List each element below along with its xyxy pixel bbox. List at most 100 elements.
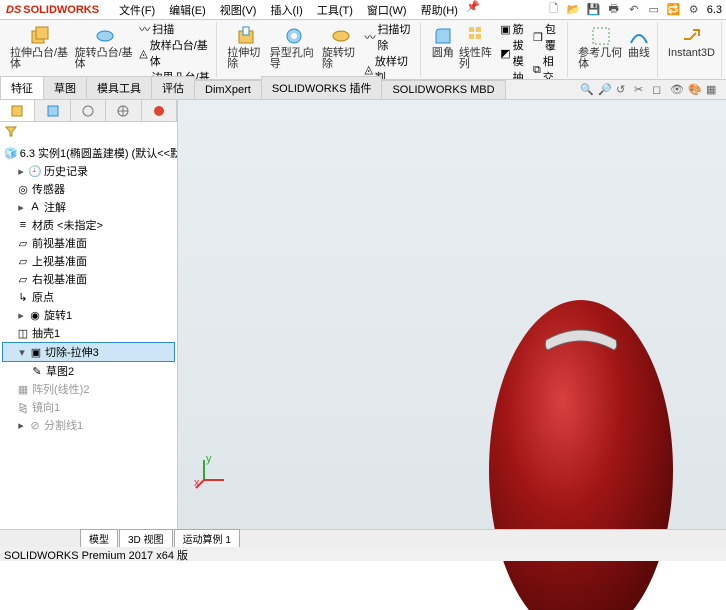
options-icon[interactable]: ⚙ — [687, 3, 701, 17]
expand-icon[interactable]: ▸ — [16, 309, 26, 322]
menu-bar: 文件(F) 编辑(E) 视图(V) 插入(I) 工具(T) 窗口(W) 帮助(H… — [113, 0, 480, 20]
pattern-icon — [466, 24, 490, 48]
tab-evaluate[interactable]: 评估 — [151, 76, 195, 99]
prev-view-icon[interactable]: ↺ — [616, 83, 630, 97]
status-bar: SOLIDWORKS Premium 2017 x64 版 — [0, 547, 726, 561]
tree-sketch2[interactable]: ✎草图2 — [2, 362, 175, 380]
tree-top-plane[interactable]: ▱上视基准面 — [2, 252, 175, 270]
menu-file[interactable]: 文件(F) — [113, 0, 161, 20]
collapse-icon[interactable]: ▾ — [17, 346, 27, 359]
tree-material[interactable]: ≡材质 <未指定> — [2, 216, 175, 234]
tab-model[interactable]: 模型 — [80, 529, 118, 548]
curves-button[interactable]: 曲线 — [625, 22, 653, 61]
revolve-feat-icon: ◉ — [28, 308, 42, 322]
menu-view[interactable]: 视图(V) — [214, 0, 263, 20]
main-area: 🧊6.3 实例1(椭圆盖建模) (默认<<默认>_显 ▸🕘历史记录 ◎传感器 ▸… — [0, 100, 726, 540]
extrude-cut-icon — [235, 24, 259, 48]
tab-features[interactable]: 特征 — [0, 76, 44, 99]
tree-front-plane[interactable]: ▱前视基准面 — [2, 234, 175, 252]
feature-tree-tab[interactable] — [0, 100, 35, 121]
tree-cut-extrude3[interactable]: ▾▣切除-拉伸3 — [2, 342, 175, 362]
print-icon[interactable]: 🖶 — [607, 3, 621, 17]
view-toolbar: 🔍 🔎 ↺ ✂ ◻ 👁 🎨 ▦ — [574, 81, 726, 99]
tree-root[interactable]: 🧊6.3 实例1(椭圆盖建模) (默认<<默认>_显 — [2, 144, 175, 162]
loft-button[interactable]: ◬放样凸台/基体 — [137, 38, 212, 70]
revolve-cut-button[interactable]: 旋转切除 — [320, 22, 363, 72]
appearance-icon[interactable]: 🎨 — [688, 83, 702, 97]
tab-addins[interactable]: SOLIDWORKS 插件 — [261, 76, 383, 99]
orientation-triad[interactable]: x y — [194, 454, 230, 490]
section-view-icon[interactable]: ✂ — [634, 83, 648, 97]
property-tab[interactable] — [35, 100, 70, 121]
tree-annotations[interactable]: ▸A注解 — [2, 198, 175, 216]
undo-icon[interactable]: ↶ — [627, 3, 641, 17]
rib-button[interactable]: ▣筋 — [498, 22, 531, 38]
tab-mbd[interactable]: SOLIDWORKS MBD — [381, 80, 505, 99]
title-toolbar: 🗋 📂 💾 🖶 ↶ ▭ 🔁 ⚙ 6.3 — [547, 3, 726, 17]
instant3d-button[interactable]: Instant3D — [666, 22, 717, 61]
sweep-button[interactable]: 〰扫描 — [137, 22, 212, 38]
tree-history[interactable]: ▸🕘历史记录 — [2, 162, 175, 180]
tree-revolve1[interactable]: ▸◉旋转1 — [2, 306, 175, 324]
tab-dimxpert[interactable]: DimXpert — [194, 80, 262, 99]
fillet-button[interactable]: 圆角 — [429, 22, 457, 61]
ref-geometry-button[interactable]: 参考几何体 — [576, 22, 625, 72]
rebuild-icon[interactable]: 🔁 — [667, 3, 681, 17]
sweep-cut-button[interactable]: 〰扫描切除 — [362, 22, 415, 54]
hole-wizard-button[interactable]: 异型孔向导 — [268, 22, 320, 72]
tree-sensors[interactable]: ◎传感器 — [2, 180, 175, 198]
save-icon[interactable]: 💾 — [587, 3, 601, 17]
rib-icon: ▣ — [500, 22, 510, 38]
intersect-icon: ⧉ — [533, 62, 541, 78]
tree-lpattern[interactable]: ▦阵列(线性)2 — [2, 380, 175, 398]
menu-pushpin-icon[interactable]: 📌 — [466, 0, 480, 14]
new-icon[interactable]: 🗋 — [547, 3, 561, 17]
manager-tabs — [0, 100, 177, 122]
extrude-icon — [28, 24, 52, 48]
config-tab[interactable] — [71, 100, 106, 121]
menu-window[interactable]: 窗口(W) — [361, 0, 413, 20]
menu-insert[interactable]: 插入(I) — [264, 0, 308, 20]
scene-icon[interactable]: ▦ — [706, 83, 720, 97]
command-tabs: 特征 草图 模具工具 评估 DimXpert SOLIDWORKS 插件 SOL… — [0, 80, 726, 100]
instant3d-icon — [679, 24, 703, 48]
draft-button[interactable]: ◩拔模 — [498, 38, 531, 70]
hide-show-icon[interactable]: 👁 — [670, 83, 684, 97]
intersect-button[interactable]: ⧉相交 — [531, 54, 563, 80]
material-icon: ≡ — [16, 218, 30, 232]
expand-icon[interactable]: ▸ — [16, 165, 26, 178]
display-tab[interactable] — [142, 100, 177, 121]
zoom-area-icon[interactable]: 🔎 — [598, 83, 612, 97]
revolve-boss-button[interactable]: 旋转凸台/基体 — [73, 22, 138, 72]
plane-icon: ▱ — [16, 254, 30, 268]
menu-help[interactable]: 帮助(H) — [415, 0, 464, 20]
extrude-cut-button[interactable]: 拉伸切除 — [225, 22, 268, 72]
tab-3dview[interactable]: 3D 视图 — [119, 529, 173, 548]
tree-mirror1[interactable]: ⧎镜向1 — [2, 398, 175, 416]
menu-tools[interactable]: 工具(T) — [311, 0, 359, 20]
shell-button[interactable]: ◫抽壳 — [498, 70, 531, 80]
expand-icon[interactable]: ▸ — [16, 201, 26, 214]
open-icon[interactable]: 📂 — [567, 3, 581, 17]
tree-origin[interactable]: ↳原点 — [2, 288, 175, 306]
tab-motion[interactable]: 运动算例 1 — [174, 529, 240, 548]
tab-mold[interactable]: 模具工具 — [86, 76, 152, 99]
status-text: SOLIDWORKS Premium 2017 x64 版 — [4, 550, 188, 562]
dimxpert-tab[interactable] — [106, 100, 141, 121]
hole-icon — [282, 24, 306, 48]
graphics-viewport[interactable]: x y — [178, 100, 726, 540]
wrap-button[interactable]: ❒包覆 — [531, 22, 563, 54]
extrude-boss-button[interactable]: 拉伸凸台/基体 — [8, 22, 73, 72]
tab-sketch[interactable]: 草图 — [43, 76, 87, 99]
tree-shell1[interactable]: ◫抽壳1 — [2, 324, 175, 342]
linear-pattern-button[interactable]: 线性阵列 — [457, 22, 498, 72]
tree-filter[interactable] — [4, 124, 173, 138]
menu-edit[interactable]: 编辑(E) — [163, 0, 212, 20]
tree-right-plane[interactable]: ▱右视基准面 — [2, 270, 175, 288]
expand-icon[interactable]: ▸ — [16, 419, 26, 432]
zoom-fit-icon[interactable]: 🔍 — [580, 83, 594, 97]
display-style-icon[interactable]: ◻ — [652, 83, 666, 97]
tree-split1[interactable]: ▸⊘分割线1 — [2, 416, 175, 434]
loft-icon: ◬ — [139, 46, 147, 62]
select-icon[interactable]: ▭ — [647, 3, 661, 17]
